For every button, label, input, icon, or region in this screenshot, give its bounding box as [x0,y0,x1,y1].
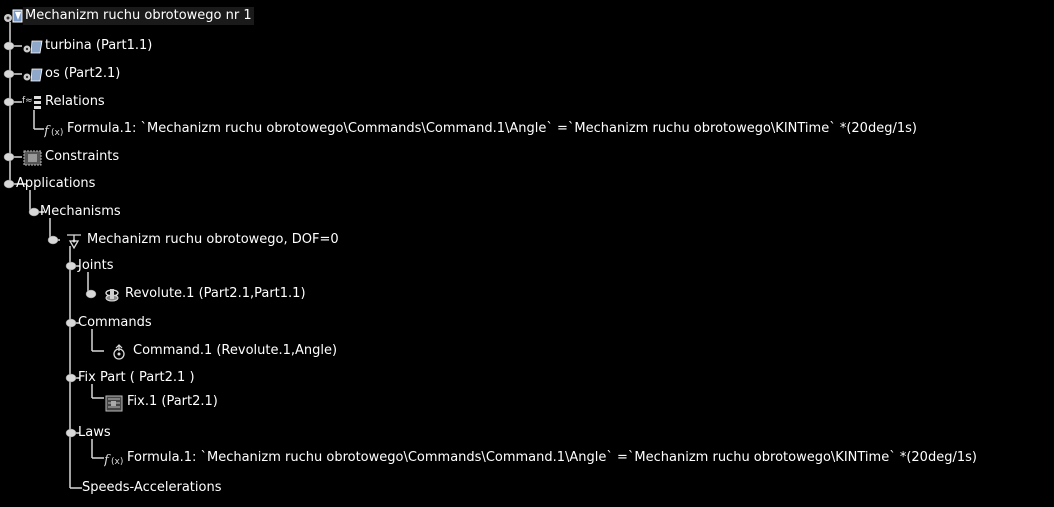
tree-node-constraints[interactable]: Constraints [22,147,121,167]
tree-node-revolute[interactable]: Revolute.1 (Part2.1,Part1.1) [102,284,308,304]
part-icon [22,38,43,54]
formula-icon: f (x) [104,450,123,468]
tree-node-os[interactable]: os (Part2.1) [22,64,122,84]
svg-text:f: f [44,124,51,139]
tree-node-label: Mechanizm ruchu obrotowego, DOF=0 [87,232,339,247]
fix-icon [104,394,123,412]
tree-node-root[interactable]: Mechanizm ruchu obrotowego nr 1 [2,6,254,26]
tree-node-command[interactable]: Command.1 (Revolute.1,Angle) [110,341,339,361]
tree-node-mechanisms[interactable]: Mechanisms [38,202,123,222]
mechanism-icon [64,232,82,250]
tree-node-fix[interactable]: Fix.1 (Part2.1) [104,392,220,412]
tree-node-label: Formula.1: `Mechanizm ruchu obrotowego\C… [67,121,917,136]
tree-node-label: Joints [78,258,114,273]
tree-node-speeds-accelerations[interactable]: Speeds-Accelerations [80,478,223,498]
tree-node-label: turbina (Part1.1) [45,38,153,53]
tree-node-label: Formula.1: `Mechanizm ruchu obrotowego\C… [127,450,977,465]
svg-text:(x): (x) [111,457,123,467]
tree-node-joints[interactable]: Joints [76,256,116,276]
tree-node-label: Constraints [45,149,120,164]
tree-node-applications[interactable]: Applications [14,174,97,194]
tree-node-label: Laws [78,425,111,440]
tree-node-label: Speeds-Accelerations [82,480,222,495]
tree-node-relations[interactable]: f≈ Relations [22,92,107,112]
tree-node-label: Mechanizm ruchu obrotowego nr 1 [23,7,254,25]
part-icon [22,66,43,82]
revolute-joint-icon [102,286,120,302]
command-icon [110,343,128,360]
tree-node-label: Fix Part ( Part2.1 ) [78,370,195,385]
tree-node-label: Command.1 (Revolute.1,Angle) [133,343,338,358]
tree-node-fix-part[interactable]: Fix Part ( Part2.1 ) [76,368,197,388]
tree-node-label: Relations [45,94,105,109]
relations-icon: f≈ [22,94,41,110]
svg-text:f: f [104,453,111,468]
tree-node-commands[interactable]: Commands [76,313,154,333]
svg-text:f≈: f≈ [22,96,33,106]
tree-node-label: Commands [78,315,152,330]
tree-connector-lines [3,22,104,489]
tree-node-mechanism[interactable]: Mechanizm ruchu obrotowego, DOF=0 [64,230,341,250]
specification-tree-panel: Mechanizm ruchu obrotowego nr 1 turbina … [0,0,1054,507]
tree-node-label: Fix.1 (Part2.1) [127,394,218,409]
formula-icon: f (x) [44,121,63,139]
tree-node-relations-formula[interactable]: f (x) Formula.1: `Mechanizm ruchu obroto… [44,119,919,139]
tree-node-label: Applications [16,176,96,191]
tree-node-turbina[interactable]: turbina (Part1.1) [22,36,154,56]
tree-node-laws[interactable]: Laws [76,423,113,443]
tree-node-laws-formula[interactable]: f (x) Formula.1: `Mechanizm ruchu obroto… [104,448,979,468]
tree-node-label: Revolute.1 (Part2.1,Part1.1) [125,286,306,301]
tree-node-label: Mechanisms [40,204,121,219]
tree-node-label: os (Part2.1) [45,66,121,81]
svg-text:(x): (x) [51,128,63,138]
product-icon [2,8,23,24]
constraints-icon [22,149,42,166]
